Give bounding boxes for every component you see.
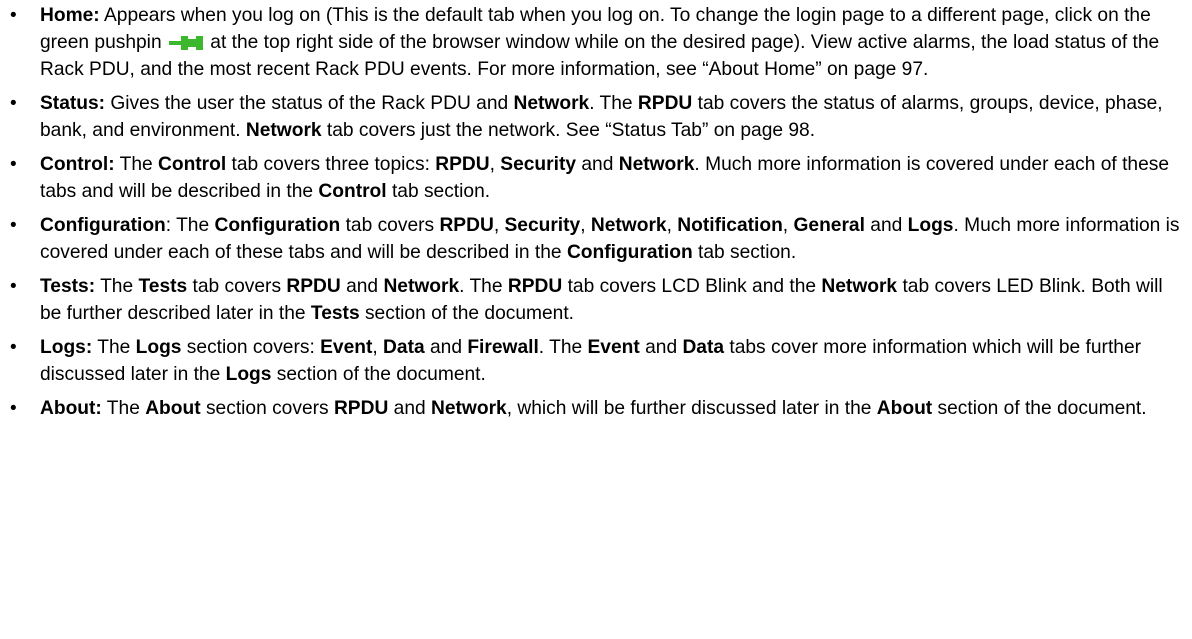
text-run: tab covers LCD Blink and the bbox=[562, 276, 822, 297]
text-run: , which will be further discussed later … bbox=[506, 398, 877, 419]
text-run: Gives the user the status of the Rack PD… bbox=[105, 93, 514, 114]
text-run: , bbox=[489, 154, 501, 175]
bold-term: Tests bbox=[138, 276, 188, 297]
text-run: tab covers bbox=[187, 276, 287, 297]
text-run: and bbox=[639, 337, 683, 358]
list-item-home: • Home: Appears when you log on (This is … bbox=[0, 2, 1192, 83]
list-item-text: Status: Gives the user the status of the… bbox=[40, 93, 1163, 141]
bullet: • bbox=[10, 398, 17, 419]
bullet: • bbox=[10, 215, 17, 236]
bold-term: Network bbox=[383, 276, 460, 297]
bold-term: Status: bbox=[40, 93, 106, 114]
text-run: , bbox=[782, 215, 794, 236]
tab-descriptions-list: • Home: Appears when you log on (This is … bbox=[0, 0, 1192, 639]
text-run: , bbox=[493, 215, 505, 236]
bold-term: Configuration bbox=[566, 242, 693, 263]
bold-term: Security bbox=[500, 154, 577, 175]
bold-term: RPDU bbox=[439, 215, 494, 236]
bullet: • bbox=[10, 337, 17, 358]
text-run: at the top right side of the browser win… bbox=[40, 32, 1160, 80]
bold-term: Firewall bbox=[467, 337, 539, 358]
bold-term: Data bbox=[682, 337, 725, 358]
list-item-logs: • Logs: The Logs section covers: Event, D… bbox=[0, 334, 1192, 388]
text-run: and bbox=[388, 398, 431, 419]
list-item-control: • Control: The Control tab covers three t… bbox=[0, 151, 1192, 205]
text-run: section of the document. bbox=[271, 364, 486, 385]
bold-term: Data bbox=[383, 337, 425, 358]
bold-term: Network bbox=[245, 120, 322, 141]
bold-term: Notification bbox=[677, 215, 783, 236]
text-run: tab section. bbox=[386, 181, 491, 202]
bold-term: Configuration bbox=[40, 215, 166, 236]
bold-term: About bbox=[145, 398, 201, 419]
bold-term: Logs: bbox=[40, 337, 93, 358]
text-run: The bbox=[92, 337, 136, 358]
bold-term: Logs bbox=[225, 364, 272, 385]
text-run: , bbox=[666, 215, 678, 236]
text-run: section covers bbox=[200, 398, 334, 419]
bold-term: About: bbox=[40, 398, 102, 419]
list-item-tests: • Tests: The Tests tab covers RPDU and Ne… bbox=[0, 273, 1192, 327]
text-run: tab section. bbox=[692, 242, 797, 263]
bold-term: Event bbox=[320, 337, 373, 358]
bold-term: RPDU bbox=[507, 276, 563, 297]
text-run: and bbox=[424, 337, 468, 358]
list-item-text: Logs: The Logs section covers: Event, Da… bbox=[40, 337, 1141, 385]
bold-term: Control bbox=[318, 181, 387, 202]
green-pushpin-icon bbox=[167, 32, 205, 53]
bold-term: Tests: bbox=[40, 276, 96, 297]
text-run: . The bbox=[538, 337, 588, 358]
text-run: tab covers bbox=[340, 215, 440, 236]
list-item-text: Control: The Control tab covers three to… bbox=[40, 154, 1169, 202]
bullet: • bbox=[10, 154, 17, 175]
bold-term: Network bbox=[821, 276, 898, 297]
text-run: tab covers three topics: bbox=[226, 154, 436, 175]
bold-term: Home: bbox=[40, 5, 100, 26]
bold-term: Network bbox=[513, 93, 590, 114]
text-run: and bbox=[340, 276, 384, 297]
list-item-configuration: • Configuration: The Configuration tab co… bbox=[0, 212, 1192, 266]
bullet: • bbox=[10, 5, 17, 26]
list-item-text: Tests: The Tests tab covers RPDU and Net… bbox=[40, 276, 1163, 324]
bold-term: RPDU bbox=[286, 276, 341, 297]
bold-term: Control: bbox=[40, 154, 115, 175]
bold-term: Network bbox=[618, 154, 695, 175]
bullet: • bbox=[10, 276, 17, 297]
text-run: . The bbox=[459, 276, 508, 297]
bold-term: Configuration bbox=[214, 215, 341, 236]
text-run: section of the document. bbox=[932, 398, 1147, 419]
text-run: and bbox=[864, 215, 908, 236]
text-run: , bbox=[580, 215, 591, 236]
text-run: section of the document. bbox=[359, 303, 575, 324]
text-run: tab covers just the network. See “Status… bbox=[321, 120, 816, 141]
bold-term: Tests bbox=[310, 303, 360, 324]
bold-term: RPDU bbox=[637, 93, 693, 114]
text-run: and bbox=[576, 154, 619, 175]
bullet: • bbox=[10, 93, 17, 114]
bold-term: About bbox=[876, 398, 933, 419]
bold-term: Event bbox=[587, 337, 640, 358]
text-run: , bbox=[372, 337, 384, 358]
text-run: . The bbox=[589, 93, 638, 114]
text-run: : The bbox=[165, 215, 215, 236]
bold-term: Control bbox=[158, 154, 227, 175]
bold-term: Network bbox=[590, 215, 667, 236]
bold-term: General bbox=[793, 215, 865, 236]
list-item-text: About: The About section covers RPDU and… bbox=[40, 398, 1147, 419]
bold-term: Logs bbox=[135, 337, 182, 358]
bold-term: Logs bbox=[907, 215, 954, 236]
list-item-about: • About: The About section covers RPDU an… bbox=[0, 395, 1192, 422]
text-run: The bbox=[114, 154, 158, 175]
text-run: section covers: bbox=[181, 337, 321, 358]
list-item-text: Home: Appears when you log on (This is t… bbox=[40, 5, 1159, 80]
bold-term: Network bbox=[431, 398, 507, 419]
text-run: The bbox=[95, 276, 139, 297]
bold-term: RPDU bbox=[435, 154, 490, 175]
bold-term: Security bbox=[504, 215, 581, 236]
list-item-status: • Status: Gives the user the status of th… bbox=[0, 90, 1192, 144]
bold-term: RPDU bbox=[333, 398, 389, 419]
text-run: The bbox=[101, 398, 146, 419]
list-item-text: Configuration: The Configuration tab cov… bbox=[40, 215, 1180, 263]
